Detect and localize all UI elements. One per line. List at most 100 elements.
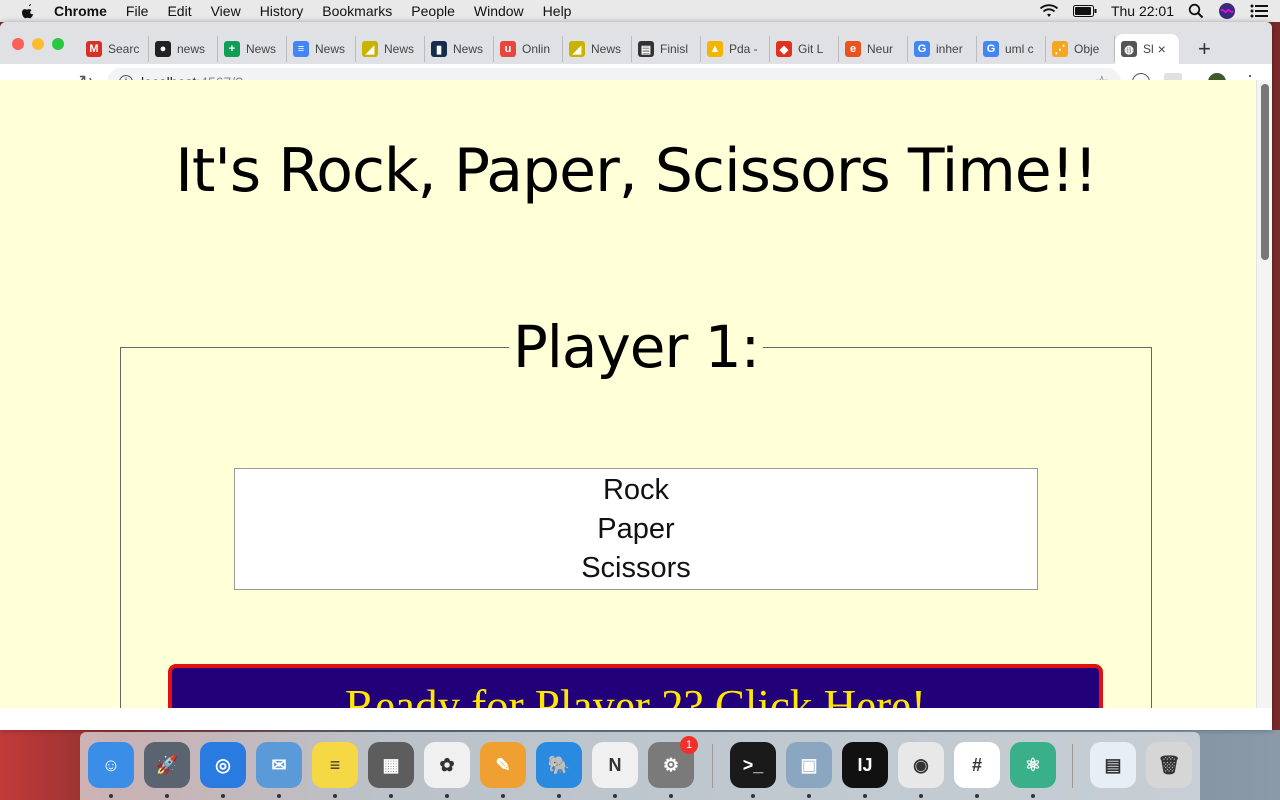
wifi-icon[interactable] xyxy=(1039,3,1059,19)
new-tab-button[interactable]: + xyxy=(1198,36,1211,62)
calculator-icon[interactable]: ▦ xyxy=(368,742,414,788)
tabs-container: M Searc ● news + News ≡ News ◢ News ▮ News u Onlin ◢ Ne… xyxy=(80,34,1179,64)
page-viewport: It's Rock, Paper, Scissors Time!! Player… xyxy=(0,80,1256,708)
tableplus-icon[interactable]: 🐘 xyxy=(536,742,582,788)
menubar-clock[interactable]: Thu 22:01 xyxy=(1111,3,1174,19)
dock-separator xyxy=(712,744,713,788)
tab-label: News xyxy=(453,42,484,56)
photos-icon[interactable]: ✿ xyxy=(424,742,470,788)
tab-15[interactable]: ◍ Sl × xyxy=(1115,34,1179,64)
globe-icon: ◍ xyxy=(1121,41,1137,57)
scrollbar-thumb[interactable] xyxy=(1261,84,1269,260)
page-scrollbar[interactable] xyxy=(1256,80,1272,708)
trash-icon[interactable]: 🗑 xyxy=(1146,742,1192,788)
tab-12[interactable]: Ginher xyxy=(908,36,977,62)
spotlight-search-icon[interactable] xyxy=(1188,3,1204,19)
pages-icon[interactable]: ✎ xyxy=(480,742,526,788)
running-indicator xyxy=(919,794,923,798)
pda-icon: ◢ xyxy=(569,41,585,57)
preview-icon[interactable]: ▣ xyxy=(786,742,832,788)
downloads-icon[interactable]: ▤ xyxy=(1090,742,1136,788)
tab-11[interactable]: e Neur xyxy=(839,36,908,62)
running-indicator xyxy=(613,794,617,798)
menu-bookmarks[interactable]: Bookmarks xyxy=(322,3,392,19)
tab-label: Sl xyxy=(1143,42,1154,56)
menu-edit[interactable]: Edit xyxy=(167,3,191,19)
tab-2[interactable]: + News xyxy=(218,36,287,62)
neur-icon: e xyxy=(845,41,861,57)
finder-icon[interactable]: ☺ xyxy=(88,742,134,788)
running-indicator xyxy=(863,794,867,798)
tab-3[interactable]: ≡ News xyxy=(287,36,356,62)
tab-label: News xyxy=(384,42,415,56)
ready-player-2-button[interactable]: Ready for Player 2? Click Here! xyxy=(168,664,1103,708)
system-menu-bar: Chrome File Edit View History Bookmarks … xyxy=(0,0,1280,22)
menu-help[interactable]: Help xyxy=(543,3,572,19)
notes-icon[interactable]: ≡ xyxy=(312,742,358,788)
terminal-icon[interactable]: >_ xyxy=(730,742,776,788)
notification-center-icon[interactable] xyxy=(1250,4,1268,18)
choice-option-rock[interactable]: Rock xyxy=(235,471,1037,510)
github-icon: ● xyxy=(155,41,171,57)
tab-14[interactable]: ⋰ Obje xyxy=(1046,36,1115,62)
running-indicator xyxy=(389,794,393,798)
close-tab-icon[interactable]: × xyxy=(1158,41,1166,57)
siri-icon[interactable] xyxy=(1218,2,1236,20)
trello-icon: ▮ xyxy=(431,41,447,57)
choice-option-paper[interactable]: Paper xyxy=(235,510,1037,549)
menu-app-chrome[interactable]: Chrome xyxy=(54,3,107,19)
slack-icon[interactable]: # xyxy=(954,742,1000,788)
tab-label: news xyxy=(177,42,206,56)
news-icon[interactable]: N xyxy=(592,742,638,788)
zoom-window-button[interactable] xyxy=(52,38,64,50)
running-indicator xyxy=(975,794,979,798)
minimize-window-button[interactable] xyxy=(32,38,44,50)
tab-10[interactable]: ◆ Git L xyxy=(770,36,839,62)
tab-label: Obje xyxy=(1074,42,1100,56)
dock-separator xyxy=(1072,744,1073,788)
tab-5[interactable]: ▮ News xyxy=(425,36,494,62)
git-icon: ◆ xyxy=(776,41,792,57)
apple-icon[interactable] xyxy=(20,3,36,19)
safari-icon[interactable]: ◎ xyxy=(200,742,246,788)
battery-icon[interactable] xyxy=(1072,5,1097,17)
tab-label: Onlin xyxy=(522,42,551,56)
tab-7[interactable]: ◢ News xyxy=(563,36,632,62)
mail-icon[interactable]: ✉ xyxy=(256,742,302,788)
running-indicator xyxy=(277,794,281,798)
menu-history[interactable]: History xyxy=(260,3,304,19)
launchpad-icon[interactable]: 🚀 xyxy=(144,742,190,788)
intellij-icon[interactable]: IJ xyxy=(842,742,888,788)
tab-9[interactable]: ▲ Pda - xyxy=(701,36,770,62)
tab-1[interactable]: ● news xyxy=(149,36,218,62)
running-indicator xyxy=(501,794,505,798)
gmail-icon: M xyxy=(86,41,102,57)
menu-window[interactable]: Window xyxy=(474,3,524,19)
running-indicator xyxy=(221,794,225,798)
atom-icon[interactable]: ⚛ xyxy=(1010,742,1056,788)
tab-6[interactable]: u Onlin xyxy=(494,36,563,62)
menu-view[interactable]: View xyxy=(211,3,241,19)
dock: ☺ 🚀 ◎ ✉ ≡ ▦ ✿ ✎ 🐘 N ⚙ 1 >_ ▣ IJ ◉ # ⚛ ▤ 🗑 xyxy=(80,732,1200,800)
notification-badge: 1 xyxy=(680,736,698,754)
menu-people[interactable]: People xyxy=(411,3,455,19)
google-icon: G xyxy=(983,41,999,57)
tab-4[interactable]: ◢ News xyxy=(356,36,425,62)
running-indicator xyxy=(669,794,673,798)
running-indicator xyxy=(109,794,113,798)
object-icon: ⋰ xyxy=(1052,41,1068,57)
choice-select-list[interactable]: Rock Paper Scissors xyxy=(234,468,1038,590)
tab-strip: M Searc ● news + News ≡ News ◢ News ▮ News u Onlin ◢ Ne… xyxy=(0,22,1272,64)
tab-label: News xyxy=(591,42,622,56)
tab-8[interactable]: ▤ Finisl xyxy=(632,36,701,62)
tab-0[interactable]: M Searc xyxy=(80,36,149,62)
tab-13[interactable]: Guml c xyxy=(977,36,1046,62)
tab-label: uml c xyxy=(1005,42,1034,56)
chrome-icon[interactable]: ◉ xyxy=(898,742,944,788)
tab-label: News xyxy=(246,42,277,56)
finish-icon: ▤ xyxy=(638,41,654,57)
menu-file[interactable]: File xyxy=(126,3,149,19)
choice-option-scissors[interactable]: Scissors xyxy=(235,549,1037,588)
close-window-button[interactable] xyxy=(12,38,24,50)
running-indicator xyxy=(807,794,811,798)
